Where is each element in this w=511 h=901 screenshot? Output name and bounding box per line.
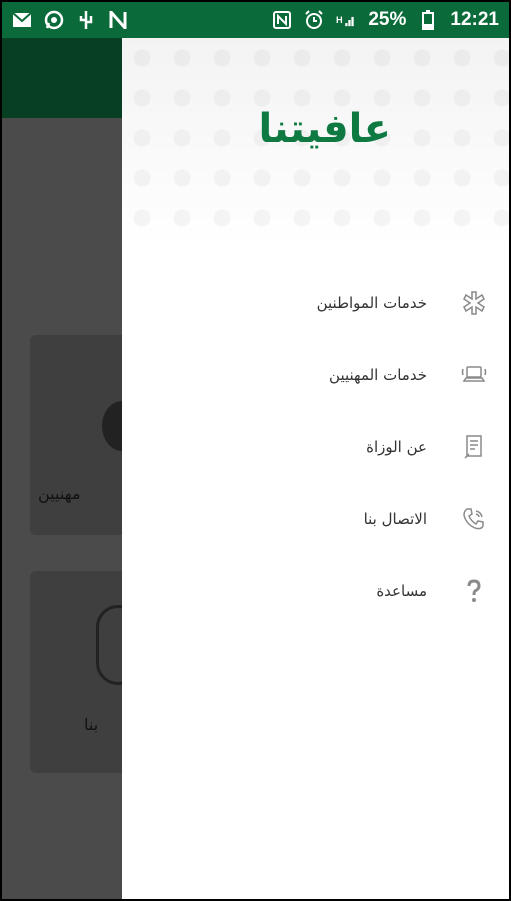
n-icon: [108, 10, 128, 30]
app-title: عافيتنا: [258, 106, 391, 152]
battery-icon: [418, 10, 438, 30]
menu-item-label: خدمات المواطنين: [316, 294, 427, 312]
background-card-label: بنا: [84, 715, 99, 734]
status-bar-right: H 25% 12:21: [272, 9, 499, 31]
menu-item-professional-services[interactable]: خدمات المهنيين: [122, 350, 509, 400]
drawer-header: عافيتنا: [122, 38, 509, 248]
menu-item-contact-us[interactable]: الاتصال بنا: [122, 494, 509, 544]
clock: 12:21: [450, 9, 499, 30]
help-icon: [461, 578, 487, 604]
status-bar: H 25% 12:21: [0, 0, 511, 38]
document-icon: [461, 434, 487, 460]
alarm-icon: [304, 10, 324, 30]
background-card-label: مهنيين: [38, 484, 81, 503]
nfc-icon: [272, 10, 292, 30]
signal-icon: H: [336, 10, 356, 30]
menu-item-citizen-services[interactable]: خدمات المواطنين: [122, 278, 509, 328]
whatsapp-icon: [44, 10, 64, 30]
menu-item-label: عن الوزاة: [366, 438, 427, 456]
navigation-drawer: عافيتنا خدمات المواطنين خدمات المهنيين ع…: [122, 38, 509, 899]
battery-percent: 25%: [368, 9, 407, 30]
mail-icon: [12, 10, 32, 30]
menu-item-label: خدمات المهنيين: [329, 366, 427, 384]
phone-icon: [461, 506, 487, 532]
laptop-icon: [461, 362, 487, 388]
status-bar-left: [12, 10, 128, 30]
menu-item-label: الاتصال بنا: [363, 510, 427, 528]
svg-text:H: H: [336, 15, 343, 25]
usb-icon: [76, 10, 96, 30]
star-of-life-icon: [461, 290, 487, 316]
menu-item-about-ministry[interactable]: عن الوزاة: [122, 422, 509, 472]
menu-item-help[interactable]: مساعدة: [122, 566, 509, 616]
menu-item-label: مساعدة: [376, 582, 427, 600]
